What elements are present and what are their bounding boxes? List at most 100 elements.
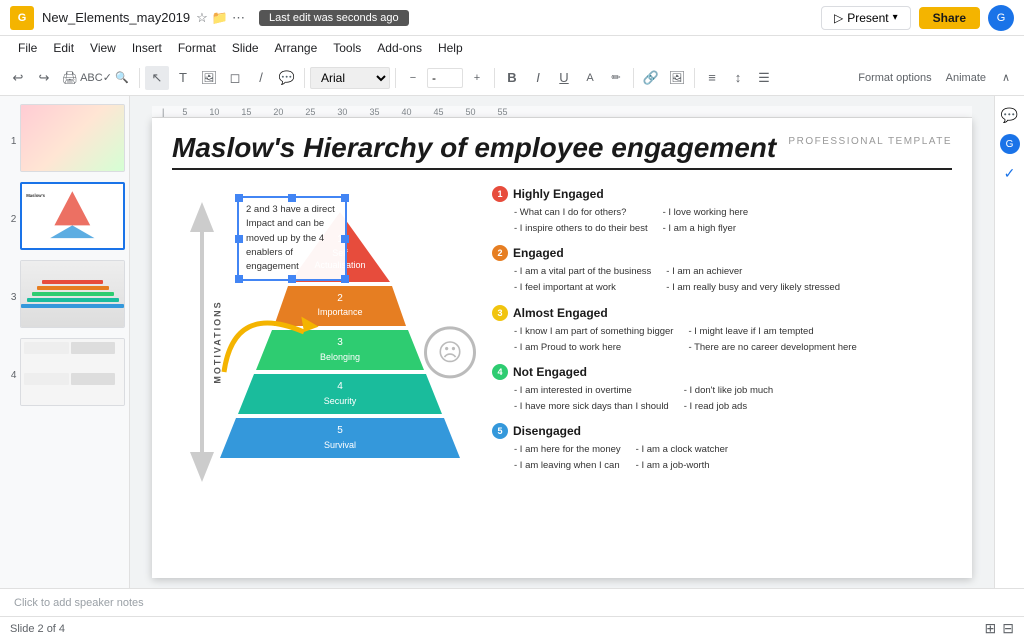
check-icon[interactable]: ✓ xyxy=(999,162,1021,184)
comment-button[interactable]: 💬 xyxy=(275,66,299,90)
engagement-title-2: Engaged xyxy=(513,246,564,260)
handle-ml[interactable] xyxy=(235,235,243,243)
file-title[interactable]: New_Elements_may2019 xyxy=(42,10,190,25)
svg-text:5: 5 xyxy=(337,425,343,436)
present-button[interactable]: ▷ Present ▾ xyxy=(821,6,911,30)
handle-tm[interactable] xyxy=(288,194,296,202)
notes-area[interactable]: Click to add speaker notes xyxy=(0,588,1024,616)
slide-thumbnail-2[interactable]: Maslow's xyxy=(20,182,125,250)
engagement-title-5: Disengaged xyxy=(513,424,581,438)
engagement-col2-5: - I am a clock watcher - I am a job-wort… xyxy=(636,442,728,474)
slide-thumbnail-4[interactable] xyxy=(20,338,125,406)
menu-format[interactable]: Format xyxy=(170,39,224,57)
menu-arrange[interactable]: Arrange xyxy=(267,39,326,57)
toolbar-sep-2 xyxy=(304,68,305,88)
list-button[interactable]: ☰ xyxy=(752,66,776,90)
toolbar-sep-5 xyxy=(633,68,634,88)
avatar[interactable]: G xyxy=(988,5,1014,31)
highlight-button[interactable]: ✏ xyxy=(604,66,628,90)
slide-thumbnail-3[interactable] xyxy=(20,260,125,328)
print-button[interactable]: 🖨 xyxy=(58,66,82,90)
toolbar-sep-3 xyxy=(395,68,396,88)
top-right-actions: ▷ Present ▾ Share G xyxy=(821,5,1014,31)
engagement-col2-2: - I am an achiever - I am really busy an… xyxy=(666,264,840,296)
slide-number-1: 1 xyxy=(4,136,16,147)
chat-icon[interactable]: 💬 xyxy=(999,104,1021,126)
notes-placeholder: Click to add speaker notes xyxy=(14,597,144,609)
list-view-button[interactable]: ⊟ xyxy=(1002,620,1014,637)
image2-button[interactable]: 🖼 xyxy=(665,66,689,90)
engagement-col2-3: - I might leave if I am tempted - There … xyxy=(688,324,856,356)
svg-text:3: 3 xyxy=(337,337,343,348)
underline-button[interactable]: U xyxy=(552,66,576,90)
font-color-button[interactable]: A xyxy=(578,66,602,90)
font-family-select[interactable]: Arial xyxy=(310,67,390,89)
line-spacing-button[interactable]: ↕ xyxy=(726,66,750,90)
share-button[interactable]: Share xyxy=(919,7,980,29)
svg-text:2: 2 xyxy=(337,293,343,304)
animate-button[interactable]: Animate xyxy=(940,70,992,86)
menu-insert[interactable]: Insert xyxy=(124,39,170,57)
slide-thumb-container-3: 3 xyxy=(4,260,125,334)
font-size-input[interactable] xyxy=(427,68,463,88)
text-button[interactable]: T xyxy=(171,66,195,90)
bold-button[interactable]: B xyxy=(500,66,524,90)
toolbar-sep-1 xyxy=(139,68,140,88)
redo-button[interactable]: ↪ xyxy=(32,66,56,90)
undo-button[interactable]: ↩ xyxy=(6,66,30,90)
pro-template-label: PROFESSIONAL TEMPLATE xyxy=(788,136,952,147)
pyramid-section: MOTIVATIONS 2 and 3 have a direc xyxy=(162,182,482,502)
menu-tools[interactable]: Tools xyxy=(325,39,369,57)
image-button[interactable]: 🖼 xyxy=(197,66,221,90)
cursor-button[interactable]: ↖ xyxy=(145,66,169,90)
svg-text:Maslow's: Maslow's xyxy=(27,193,46,198)
menu-edit[interactable]: Edit xyxy=(45,39,82,57)
zoom-button[interactable]: 🔍 xyxy=(110,66,134,90)
spell-check-button[interactable]: ABC✓ xyxy=(84,66,108,90)
grid-view-button[interactable]: ⊞ xyxy=(985,620,997,637)
link-button[interactable]: 🔗 xyxy=(639,66,663,90)
handle-bm[interactable] xyxy=(288,275,296,283)
slide-number-4: 4 xyxy=(4,370,16,381)
slide-info: Slide 2 of 4 xyxy=(10,623,65,635)
slide-thumbnail-1[interactable] xyxy=(20,104,125,172)
font-size-down-button[interactable]: − xyxy=(401,66,425,90)
selected-textbox[interactable]: 2 and 3 have a direct Impact and can be … xyxy=(237,196,347,281)
engagement-col1-3: - I know I am part of something bigger -… xyxy=(514,324,673,356)
menu-addons[interactable]: Add-ons xyxy=(369,39,430,57)
toolbar-collapse-button[interactable]: ∧ xyxy=(994,66,1018,90)
right-panel: 💬 G ✓ xyxy=(994,96,1024,588)
engagement-col1-4: - I am interested in overtime - I have m… xyxy=(514,383,669,415)
handle-bl[interactable] xyxy=(235,275,243,283)
handle-br[interactable] xyxy=(341,275,349,283)
star-icon[interactable]: ☆ xyxy=(196,10,208,26)
canvas-area: | 5 10 15 20 25 30 35 40 45 50 55 Maslow… xyxy=(130,96,994,588)
engagement-circle-3: 3 xyxy=(492,305,508,321)
menu-slide[interactable]: Slide xyxy=(224,39,267,57)
font-size-up-button[interactable]: + xyxy=(465,66,489,90)
italic-button[interactable]: I xyxy=(526,66,550,90)
view-controls: ⊞ ⊟ xyxy=(985,620,1014,637)
toast-message: Last edit was seconds ago xyxy=(259,10,409,26)
app-logo: G xyxy=(10,6,34,30)
explore-icon[interactable]: G xyxy=(1000,134,1020,154)
engagement-item-4: 4 Not Engaged - I am interested in overt… xyxy=(492,364,962,415)
slide-number-3: 3 xyxy=(4,292,16,303)
svg-text:Survival: Survival xyxy=(324,440,356,450)
format-options-button[interactable]: Format options xyxy=(852,70,937,86)
line-button[interactable]: / xyxy=(249,66,273,90)
drive-icon[interactable]: 📁 xyxy=(212,10,228,26)
handle-mr[interactable] xyxy=(341,235,349,243)
engagement-col1-1: - What can I do for others? - I inspire … xyxy=(514,205,648,237)
handle-tr[interactable] xyxy=(341,194,349,202)
menu-view[interactable]: View xyxy=(82,39,124,57)
menu-bar: File Edit View Insert Format Slide Arran… xyxy=(0,36,1024,60)
menu-file[interactable]: File xyxy=(10,39,45,57)
dots-icon[interactable]: ⋯ xyxy=(232,10,245,26)
handle-tl[interactable] xyxy=(235,194,243,202)
menu-help[interactable]: Help xyxy=(430,39,471,57)
engagement-title-3: Almost Engaged xyxy=(513,306,608,320)
engagement-item-5: 5 Disengaged - I am here for the money -… xyxy=(492,423,962,474)
align-button[interactable]: ≡ xyxy=(700,66,724,90)
shapes-button[interactable]: ◻ xyxy=(223,66,247,90)
